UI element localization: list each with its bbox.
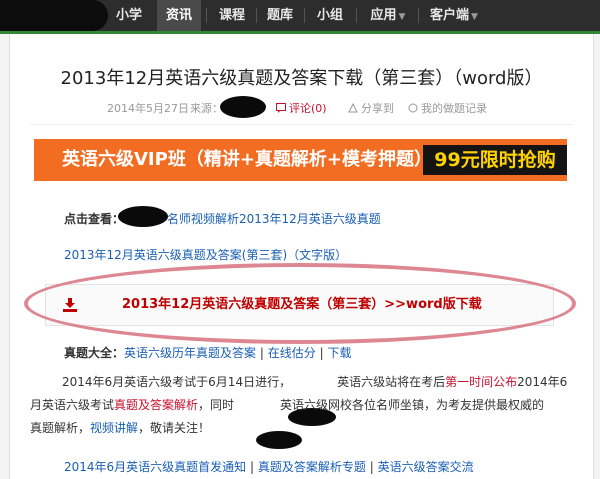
nav-item-primary[interactable]: 小学	[108, 0, 150, 31]
nav-divider	[418, 8, 419, 23]
article-page: 2013年12月英语六级真题及答案下载（第三套）（word版） 2014年5月2…	[9, 34, 594, 479]
daquan-row: 真题大全：英语六级历年真题及答案 | 在线估分 | 下载	[64, 344, 351, 361]
intro-line-1: 2014年6月英语六级考试于6月14日进行， 英语六级站将在考后第一时间公布201…	[62, 375, 568, 389]
check-redaction	[118, 206, 168, 227]
record-icon	[408, 103, 418, 113]
banner-text: 英语六级VIP班（精讲+真题解析+模考押题）	[62, 149, 432, 170]
chevron-down-icon: ▼	[398, 12, 406, 22]
share-button[interactable]: 分享到	[348, 100, 394, 116]
notice-link[interactable]: 2014年6月英语六级真题首发通知	[64, 460, 246, 474]
text-version-link[interactable]: 2013年12月英语六级真题及答案(第三套)（文字版）	[64, 246, 347, 263]
chevron-down-icon: ▼	[471, 12, 478, 22]
share-icon	[348, 103, 358, 113]
page-title: 2013年12月英语六级真题及答案下载（第三套）（word版）	[60, 68, 543, 89]
separator: |	[319, 346, 324, 360]
answer-analysis-link[interactable]: 真题及答案解析	[114, 398, 198, 412]
nav-item-news[interactable]: 资讯	[157, 0, 201, 31]
nav-item-courses[interactable]: 课程	[211, 0, 253, 31]
nav-item-groups[interactable]: 小组	[309, 0, 351, 31]
source-label: 来源：	[190, 102, 223, 115]
daquan-link-download[interactable]: 下载	[327, 346, 351, 360]
comment-icon	[276, 103, 286, 113]
nav-divider	[304, 8, 305, 23]
separator: |	[250, 460, 255, 474]
divider	[30, 124, 573, 125]
nav-item-client[interactable]: 客户端 ▼	[423, 0, 485, 31]
separator: |	[259, 346, 264, 360]
nav-redaction	[0, 0, 108, 31]
nav-divider	[356, 8, 357, 23]
check-label: 点击查看：	[64, 212, 125, 226]
check-row: 点击查看：	[64, 210, 124, 227]
top-nav: 小学 资讯 课程 题库 小组 应用 ▼ 客户端 ▼	[0, 0, 600, 31]
separator: |	[369, 460, 374, 474]
my-record-link[interactable]: 我的做题记录	[408, 100, 487, 116]
vip-course-banner[interactable]: 英语六级VIP班（精讲+真题解析+模考押题） 99元限时抢购	[34, 139, 567, 181]
comment-link[interactable]: 评论(0)	[276, 100, 327, 116]
intro-line-2: 月英语六级考试真题及答案解析，同时 英语六级网校各位名师坐镇，为考友提供最权威的	[30, 398, 545, 412]
daquan-link-estimate[interactable]: 在线估分	[268, 346, 316, 360]
video-lecture-link[interactable]: 视频讲解	[90, 421, 138, 435]
daquan-label: 真题大全：	[64, 346, 125, 360]
intro-line-3: 真题解析，视频讲解，敬请关注！	[30, 421, 211, 435]
daquan-link-history[interactable]: 英语六级历年真题及答案	[124, 346, 256, 360]
first-time-link[interactable]: 第一时间公布	[445, 375, 517, 389]
nav-divider	[256, 8, 257, 23]
highlight-circle	[24, 263, 576, 344]
nav-divider	[206, 8, 207, 23]
answer-exchange-link[interactable]: 英语六级答案交流	[378, 460, 474, 474]
nav-item-apps[interactable]: 应用 ▼	[362, 0, 414, 31]
nav-item-question-bank[interactable]: 题库	[259, 0, 301, 31]
check-link[interactable]: 名师视频解析2013年12月英语六级真题	[167, 210, 381, 227]
bottom-links: 2014年6月英语六级真题首发通知 | 真题及答案解析专题 | 英语六级答案交流	[64, 458, 474, 475]
analysis-topic-link[interactable]: 真题及答案解析专题	[258, 460, 366, 474]
source-redaction	[220, 96, 266, 118]
publish-date: 2014年5月27日	[107, 102, 189, 115]
banner-price-badge: 99元限时抢购	[423, 145, 567, 175]
